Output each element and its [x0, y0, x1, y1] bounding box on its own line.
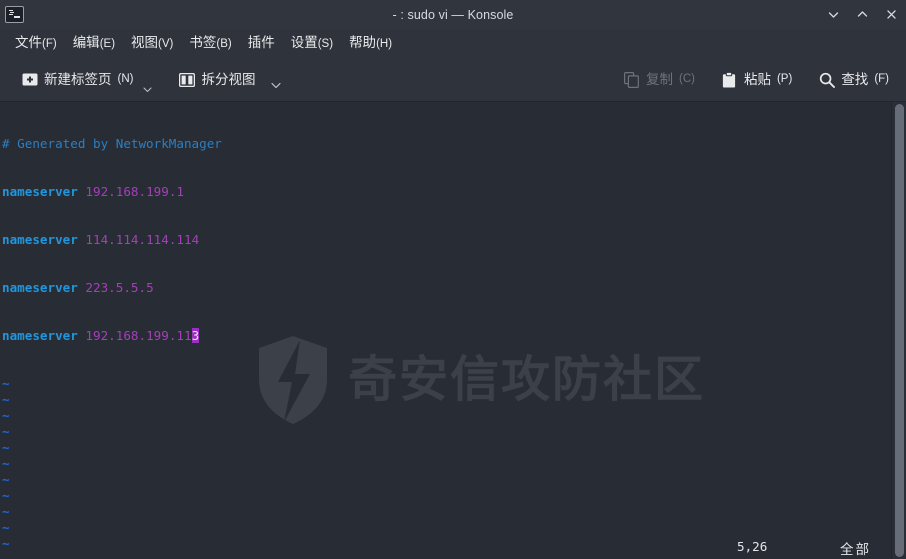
text-cursor: 3	[191, 328, 200, 343]
menu-label: 书签	[189, 35, 217, 50]
search-icon	[818, 71, 835, 88]
terminal-line: nameserver 223.5.5.5	[2, 280, 906, 296]
empty-line-marker: ~	[2, 440, 906, 456]
empty-line-markers: ~~~~~~~~~~~~~~~~~~~~~~~~~~~	[2, 376, 906, 559]
find-label: 查找	[841, 72, 869, 87]
chevron-down-icon[interactable]	[271, 72, 282, 89]
toolbar-left-group: 新建标签页 (N) 拆分视图	[14, 66, 288, 93]
tilde-glyph: ~	[2, 456, 10, 471]
terminal-scrollbar[interactable]	[891, 102, 906, 559]
menu-item-plugins[interactable]: 插件	[240, 32, 283, 55]
paste-button[interactable]: 粘贴 (P)	[714, 66, 799, 93]
menu-accel: (F)	[42, 38, 57, 50]
window-title: - : sudo vi — Konsole	[392, 7, 514, 22]
terminal-line: nameserver 192.168.199.1	[2, 184, 906, 200]
menu-item-help[interactable]: 帮助(H)	[341, 32, 400, 55]
value-text: 192.168.199.1	[85, 184, 184, 199]
empty-line-marker: ~	[2, 504, 906, 520]
title-bar: - : sudo vi — Konsole	[0, 0, 906, 29]
tilde-glyph: ~	[2, 504, 10, 519]
menu-label: 视图	[131, 35, 159, 50]
copy-accel: (C)	[679, 73, 695, 85]
paste-label: 粘贴	[743, 72, 771, 87]
new-tab-accel: (N)	[117, 73, 134, 85]
menu-accel: (B)	[216, 38, 232, 50]
tilde-glyph: ~	[2, 520, 10, 535]
split-view-icon	[178, 71, 195, 88]
keyword-text: nameserver	[2, 328, 78, 343]
menu-bar: 文件(F) 编辑(E) 视图(V) 书签(B) 插件 设置(S) 帮助(H)	[0, 29, 906, 58]
vi-status-line: 5,26 全部	[0, 539, 890, 557]
terminal-text: # Generated by NetworkManager nameserver…	[0, 102, 906, 559]
value-text: 114.114.114.114	[85, 232, 200, 247]
keyword-text: nameserver	[2, 280, 78, 295]
comment-text: # Generated by NetworkManager	[2, 136, 222, 151]
empty-line-marker: ~	[2, 376, 906, 392]
split-view-button[interactable]: 拆分视图	[171, 66, 288, 93]
copy-icon	[623, 71, 640, 88]
tilde-glyph: ~	[2, 408, 10, 423]
scrollbar-thumb[interactable]	[895, 104, 904, 557]
menu-label: 插件	[247, 35, 275, 50]
chevron-down-icon[interactable]	[143, 76, 153, 93]
empty-line-marker: ~	[2, 392, 906, 408]
menu-label: 帮助	[349, 35, 377, 50]
window-controls	[819, 0, 906, 29]
empty-line-marker: ~	[2, 472, 906, 488]
find-accel: (F)	[874, 73, 889, 85]
keyword-text: nameserver	[2, 184, 78, 199]
menu-accel: (S)	[317, 38, 334, 50]
terminal-view[interactable]: 奇安信攻防社区 # Generated by NetworkManager na…	[0, 102, 906, 559]
value-text: 223.5.5.5	[85, 280, 154, 295]
paste-accel: (P)	[776, 73, 793, 85]
tilde-glyph: ~	[2, 472, 10, 487]
terminal-icon	[5, 6, 24, 23]
tilde-glyph: ~	[2, 424, 10, 439]
copy-button: 复制 (C)	[616, 66, 702, 93]
tilde-glyph: ~	[2, 440, 10, 455]
menu-label: 编辑	[72, 35, 100, 50]
find-button[interactable]: 查找 (F)	[811, 66, 896, 93]
chevron-down-icon[interactable]	[819, 0, 848, 29]
menu-item-bookmarks[interactable]: 书签(B)	[181, 32, 239, 55]
menu-item-edit[interactable]: 编辑(E)	[65, 32, 123, 55]
scroll-state: 全部	[840, 542, 871, 557]
value-text: 192.168.199.11	[85, 328, 192, 343]
menu-item-settings[interactable]: 设置(S)	[283, 32, 341, 55]
terminal-line: # Generated by NetworkManager	[2, 136, 906, 152]
terminal-line: nameserver 192.168.199.113	[2, 328, 906, 344]
new-tab-label: 新建标签页	[44, 72, 112, 87]
split-view-label: 拆分视图	[201, 72, 256, 87]
empty-line-marker: ~	[2, 456, 906, 472]
menu-label: 文件	[15, 35, 42, 50]
tilde-glyph: ~	[2, 376, 10, 391]
tilde-glyph: ~	[2, 392, 10, 407]
menu-accel: (E)	[99, 38, 116, 50]
menu-accel: (H)	[376, 38, 393, 50]
empty-line-marker: ~	[2, 520, 906, 536]
menu-accel: (V)	[158, 38, 174, 50]
menu-item-file[interactable]: 文件(F)	[7, 32, 65, 55]
new-tab-button[interactable]: 新建标签页 (N)	[14, 66, 159, 93]
main-toolbar: 新建标签页 (N) 拆分视图 复制 (C) 粘贴 (P) 查找 (F)	[0, 58, 906, 102]
paste-icon	[721, 71, 738, 88]
empty-line-marker: ~	[2, 488, 906, 504]
chevron-up-icon[interactable]	[848, 0, 877, 29]
empty-line-marker: ~	[2, 408, 906, 424]
menu-label: 设置	[290, 35, 318, 50]
new-tab-icon	[21, 71, 38, 88]
tilde-glyph: ~	[2, 488, 10, 503]
close-icon[interactable]	[877, 0, 906, 29]
copy-label: 复制	[646, 72, 673, 87]
terminal-line: nameserver 114.114.114.114	[2, 232, 906, 248]
empty-line-marker: ~	[2, 424, 906, 440]
cursor-position: 5,26	[737, 539, 768, 554]
menu-item-view[interactable]: 视图(V)	[123, 32, 181, 55]
konsole-window: - : sudo vi — Konsole 文件(F) 编辑(E) 视图(V) …	[0, 0, 906, 559]
toolbar-right-group: 复制 (C) 粘贴 (P) 查找 (F)	[616, 66, 896, 93]
keyword-text: nameserver	[2, 232, 78, 247]
